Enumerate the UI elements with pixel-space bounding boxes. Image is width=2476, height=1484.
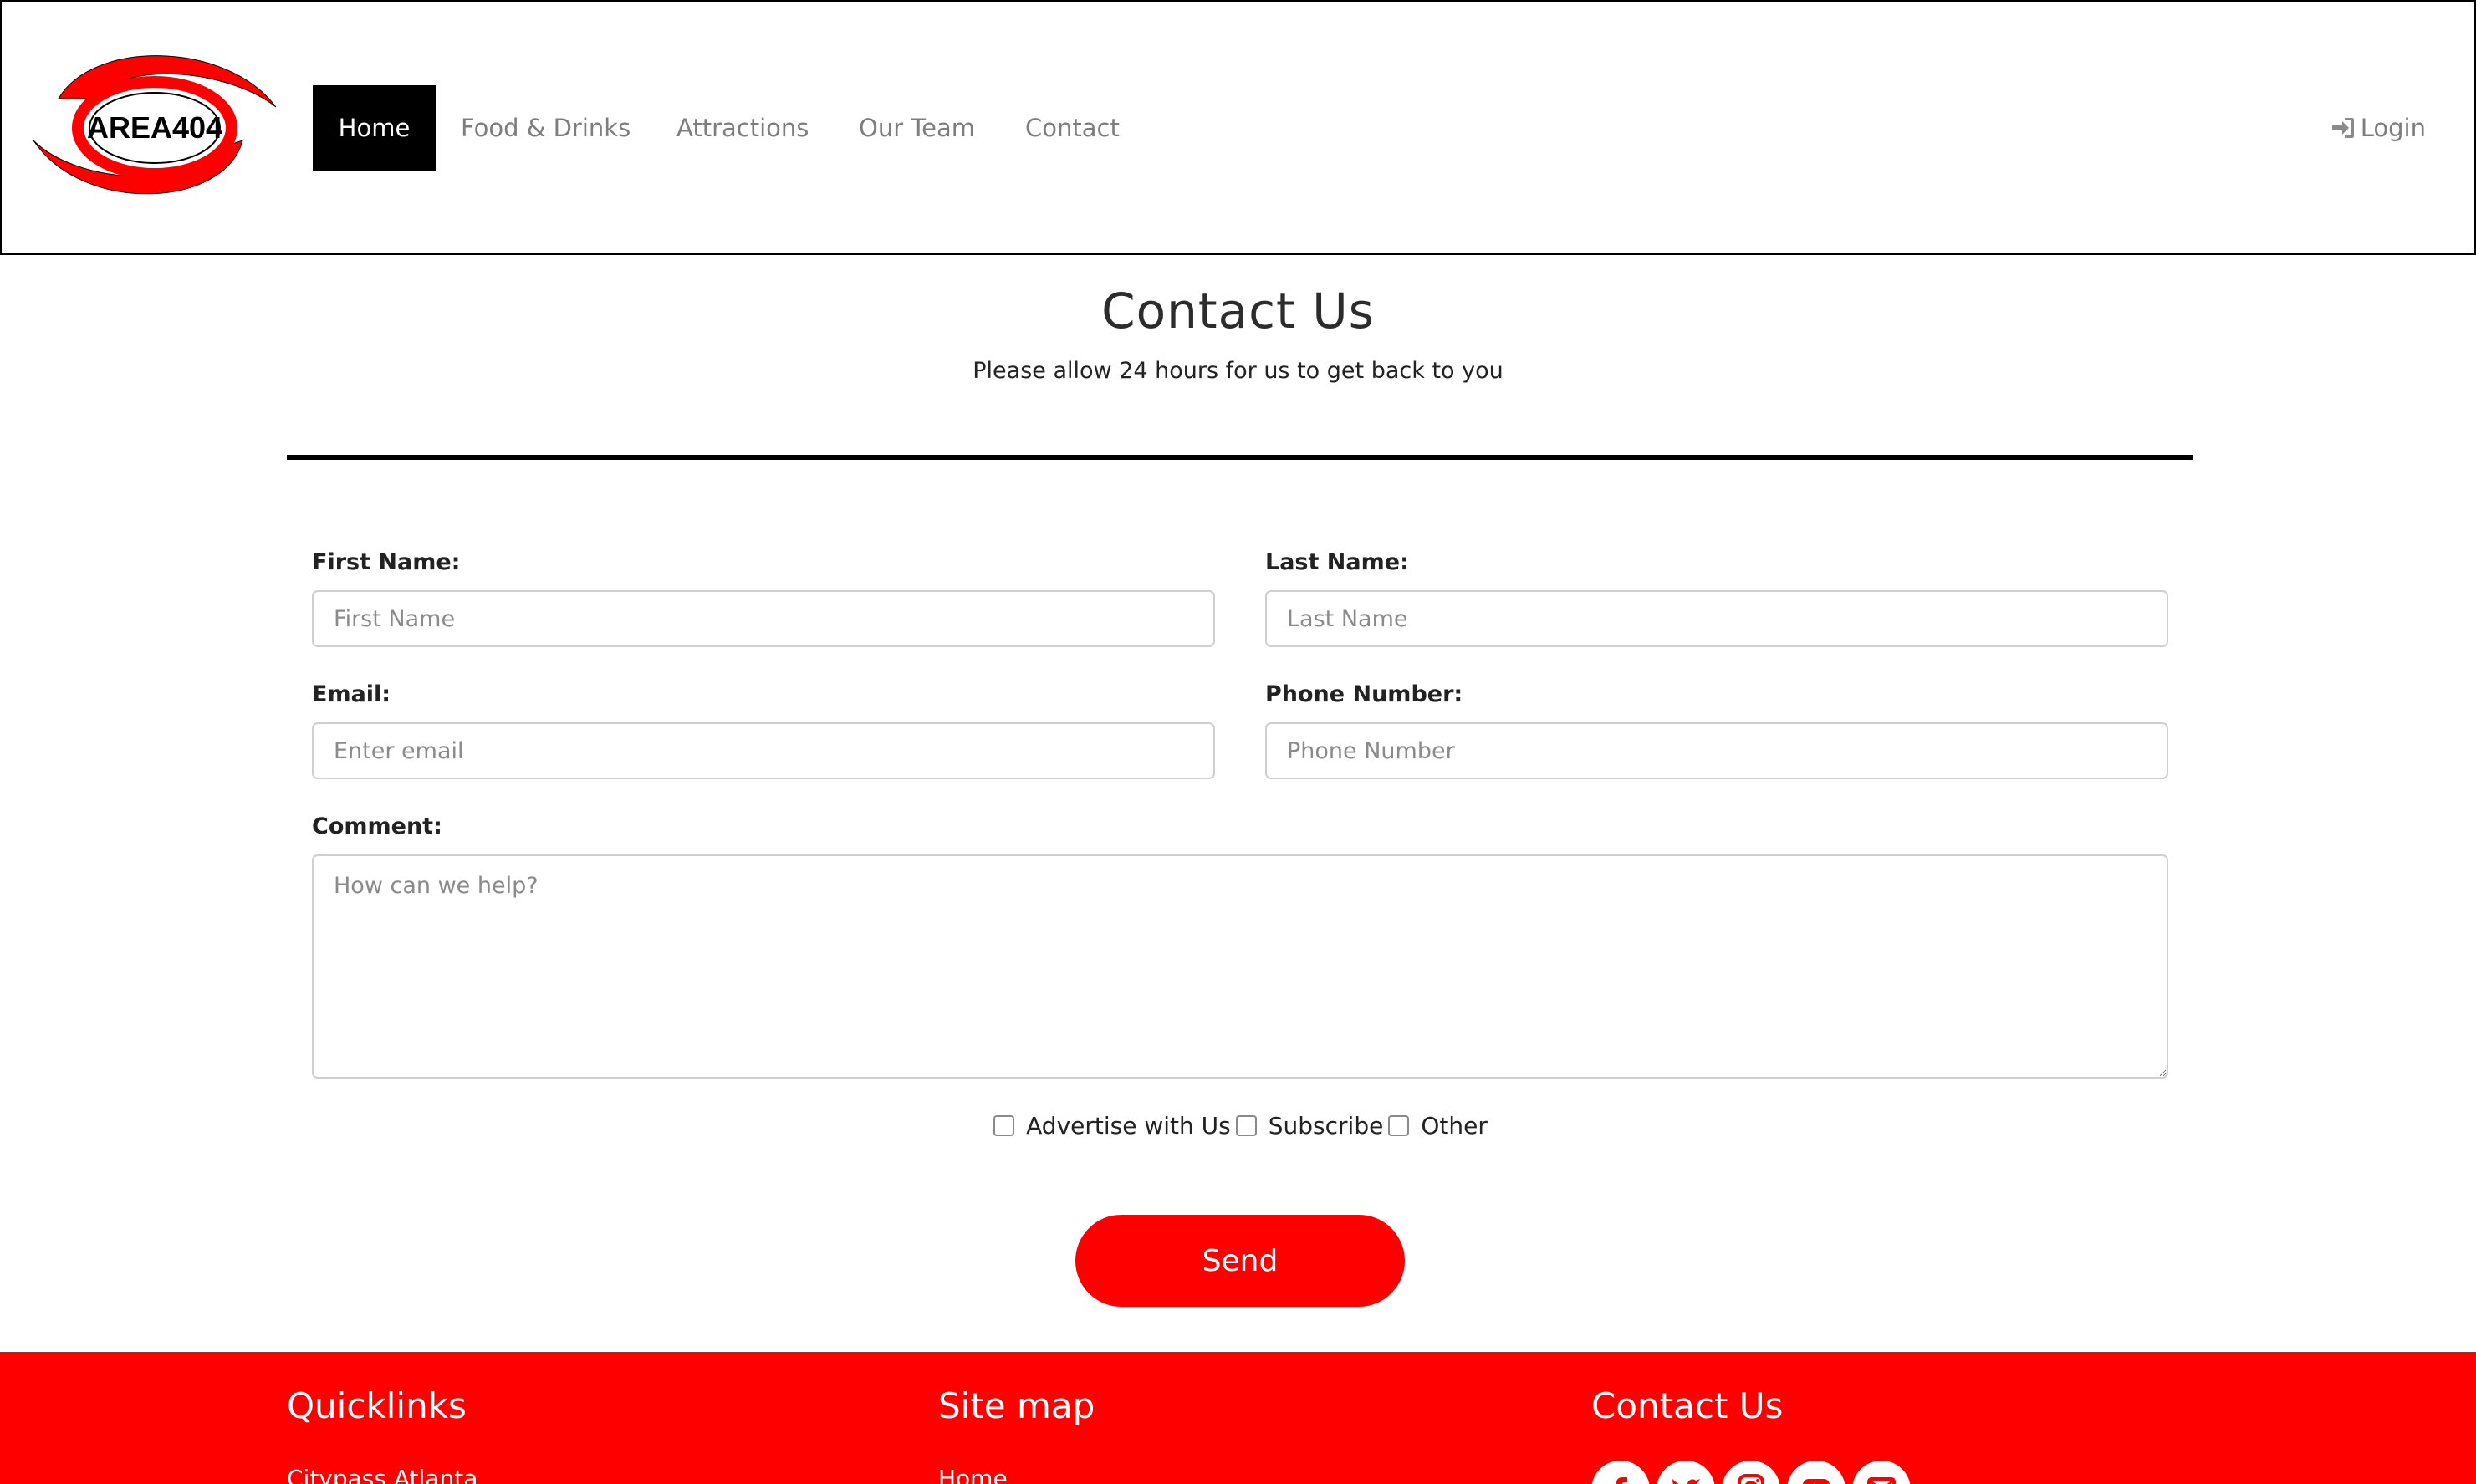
- login-link[interactable]: Login: [2331, 85, 2426, 171]
- checkbox-other[interactable]: Other: [1383, 1112, 1488, 1140]
- instagram-icon[interactable]: [1722, 1461, 1780, 1484]
- footer-contact-heading: Contact Us: [1591, 1385, 1784, 1426]
- youtube-icon[interactable]: [1787, 1461, 1846, 1484]
- comment-label: Comment:: [312, 813, 442, 839]
- social-links: [1591, 1461, 1911, 1484]
- navbar: AREA404 Home Food & Drinks Attractions O…: [0, 0, 2476, 255]
- footer: Quicklinks Citypass Atlanta Site map Hom…: [0, 1352, 2476, 1484]
- comment-textarea[interactable]: [312, 854, 2168, 1079]
- checkbox-other-label: Other: [1421, 1112, 1488, 1140]
- send-button[interactable]: Send: [1075, 1215, 1405, 1307]
- nav-our-team[interactable]: Our Team: [859, 85, 975, 171]
- area404-logo[interactable]: AREA404: [25, 48, 284, 207]
- email-input[interactable]: [312, 722, 1215, 779]
- page-subtitle: Please allow 24 hours for us to get back…: [973, 358, 1503, 384]
- checkbox-other-box[interactable]: [1388, 1115, 1410, 1136]
- sitemap-home-link[interactable]: Home: [938, 1465, 1008, 1484]
- nav-home[interactable]: Home: [313, 85, 436, 171]
- quicklinks-heading: Quicklinks: [287, 1385, 467, 1426]
- checkbox-subscribe-label: Subscribe: [1268, 1112, 1384, 1140]
- last-name-label: Last Name:: [1265, 549, 1409, 575]
- login-label: Login: [2360, 114, 2426, 142]
- phone-label: Phone Number:: [1265, 681, 1463, 707]
- section-divider: [287, 455, 2193, 460]
- checkbox-advertise-box[interactable]: [993, 1115, 1015, 1136]
- facebook-icon[interactable]: [1591, 1461, 1650, 1484]
- checkbox-advertise-label: Advertise with Us: [1026, 1112, 1231, 1140]
- last-name-input[interactable]: [1265, 590, 2168, 647]
- phone-input[interactable]: [1265, 722, 2168, 779]
- sitemap-heading: Site map: [938, 1385, 1095, 1426]
- twitter-icon[interactable]: [1657, 1461, 1715, 1484]
- checkbox-subscribe-box[interactable]: [1235, 1115, 1257, 1136]
- first-name-input[interactable]: [312, 590, 1215, 647]
- nav-attractions[interactable]: Attractions: [676, 85, 809, 171]
- quicklink-citypass[interactable]: Citypass Atlanta: [287, 1465, 477, 1484]
- inquiry-options: Advertise with Us Subscribe Other: [0, 1112, 2476, 1140]
- email-icon[interactable]: [1852, 1461, 1911, 1484]
- checkbox-subscribe[interactable]: Subscribe: [1231, 1112, 1384, 1140]
- page-title: Contact Us: [1101, 283, 1375, 339]
- checkbox-advertise[interactable]: Advertise with Us: [988, 1112, 1231, 1140]
- sign-in-icon: [2331, 118, 2354, 138]
- logo-text: AREA404: [87, 110, 222, 145]
- first-name-label: First Name:: [312, 549, 461, 575]
- nav-food-drinks[interactable]: Food & Drinks: [461, 85, 630, 171]
- nav-contact[interactable]: Contact: [1025, 85, 1120, 171]
- email-label: Email:: [312, 681, 391, 707]
